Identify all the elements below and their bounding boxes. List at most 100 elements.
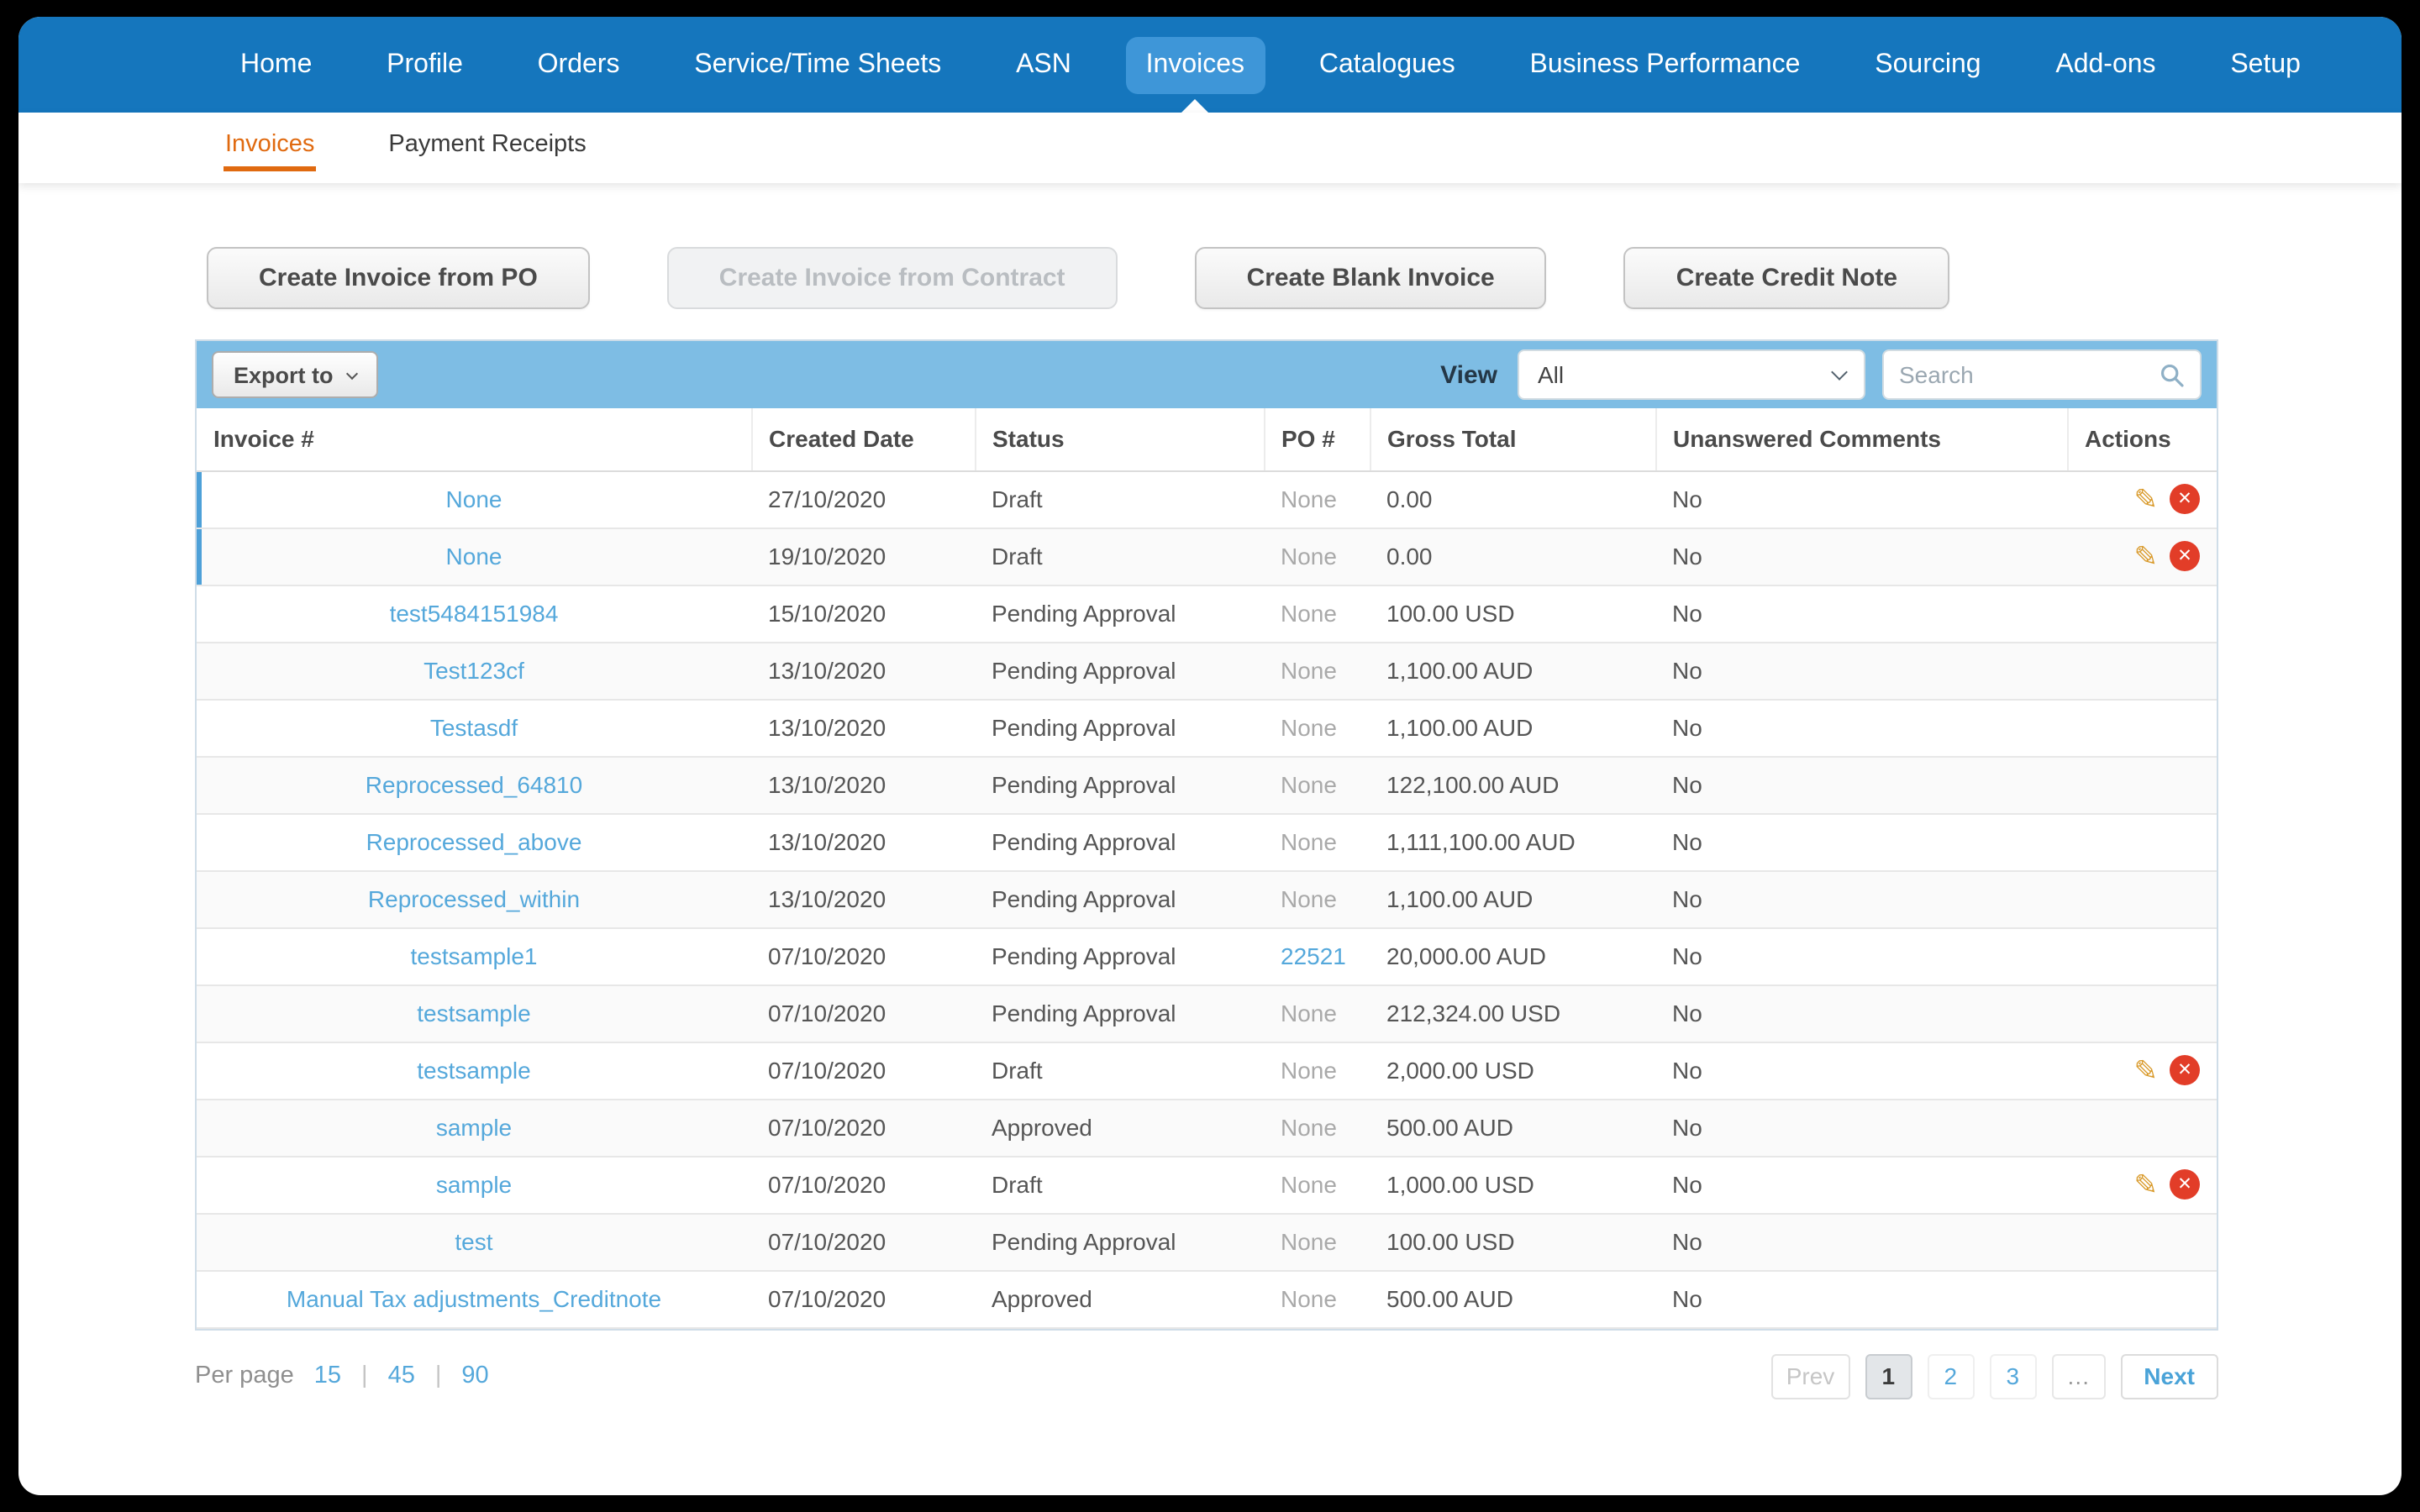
po-cell: None [1264, 470, 1370, 528]
status-cell: Draft [975, 470, 1264, 528]
export-to-button[interactable]: Export to [212, 351, 379, 398]
invoice-link[interactable]: testsample [417, 1000, 530, 1026]
create-blank-invoice-button[interactable]: Create Blank Invoice [1194, 247, 1547, 309]
per-page-option-15[interactable]: 15 [314, 1362, 341, 1389]
unanswered-comments-cell: No [1655, 1042, 2067, 1100]
view-select-value: All [1538, 361, 1565, 388]
gross-total-cell: 0.00 [1370, 528, 1655, 585]
per-page-separator: | [434, 1362, 442, 1389]
status-cell: Pending Approval [975, 813, 1264, 871]
status-cell: Pending Approval [975, 642, 1264, 700]
subnav-tab-invoices[interactable]: Invoices [224, 124, 317, 171]
view-label: View [1440, 360, 1497, 389]
create-invoice-from-contract-button[interactable]: Create Invoice from Contract [666, 247, 1118, 309]
column-header-status: Status [974, 408, 1264, 471]
invoice-cell: testsample [197, 984, 751, 1042]
unanswered-comments-cell: No [1655, 1156, 2067, 1214]
nav-item-sourcing[interactable]: Sourcing [1854, 36, 2001, 93]
pagination-3[interactable]: 3 [1989, 1353, 2037, 1399]
unanswered-comments-cell: No [1655, 585, 2067, 643]
po-cell: None [1264, 699, 1370, 757]
pagination-1[interactable]: 1 [1865, 1353, 1912, 1399]
edit-pencil-icon[interactable]: ✎ [2134, 1056, 2159, 1084]
edit-pencil-icon[interactable]: ✎ [2134, 542, 2159, 570]
per-page: Per page 15 | 45 | 90 [195, 1362, 489, 1389]
invoice-link[interactable]: None [446, 486, 502, 512]
subnav-tab-payment-receipts[interactable]: Payment Receipts [387, 124, 587, 171]
invoice-cell: Manual Tax adjustments_Creditnote [197, 1270, 751, 1328]
invoice-link[interactable]: Reprocessed_above [366, 828, 582, 855]
edit-pencil-icon[interactable]: ✎ [2134, 1170, 2159, 1199]
unanswered-comments-cell: No [1655, 870, 2067, 928]
invoice-link[interactable]: Testasdf [430, 714, 518, 741]
pagination-ellipsis[interactable]: … [2051, 1353, 2106, 1399]
status-cell: Pending Approval [975, 699, 1264, 757]
create-invoice-from-po-button[interactable]: Create Invoice from PO [207, 247, 590, 309]
invoice-row: testsample 07/10/2020 Draft None 2,000.00 US… [197, 1042, 2217, 1100]
per-page-option-45[interactable]: 45 [388, 1362, 415, 1389]
invoice-cell: Test123cf [197, 642, 751, 700]
search-icon[interactable] [2160, 362, 2185, 387]
pagination-prev[interactable]: Prev [1770, 1353, 1850, 1399]
main-navigation: Home Profile Orders Service/Time Sheets ASN I… [18, 17, 2402, 113]
sub-navigation: Invoices Payment Receipts [18, 113, 2402, 183]
nav-item-home[interactable]: Home [220, 36, 332, 93]
po-value: None [1281, 1171, 1337, 1198]
invoice-link[interactable]: Manual Tax adjustments_Creditnote [287, 1285, 661, 1312]
invoice-cell: Testasdf [197, 699, 751, 757]
pagination-2[interactable]: 2 [1927, 1353, 1975, 1399]
delete-icon[interactable]: ✕ [2170, 1169, 2200, 1200]
nav-item-invoices[interactable]: Invoices [1125, 36, 1265, 93]
gross-total-cell: 1,000.00 USD [1370, 1156, 1655, 1214]
invoice-link[interactable]: Reprocessed_within [368, 885, 580, 912]
invoice-link[interactable]: None [446, 543, 502, 570]
invoice-cell: sample [197, 1099, 751, 1157]
nav-item-catalogues[interactable]: Catalogues [1299, 36, 1476, 93]
created-date-cell: 07/10/2020 [751, 1213, 975, 1271]
invoice-cell: sample [197, 1156, 751, 1214]
invoice-link[interactable]: testsample [417, 1057, 530, 1084]
nav-item-setup[interactable]: Setup [2210, 36, 2321, 93]
column-header-created: Created Date [750, 408, 975, 471]
invoice-link[interactable]: sample [436, 1171, 512, 1198]
edit-pencil-icon[interactable]: ✎ [2134, 485, 2159, 513]
invoice-row: Test123cf 13/10/2020 Pending Approval None 1… [197, 642, 2217, 700]
invoice-link[interactable]: testsample1 [411, 942, 538, 969]
invoices-panel: Export to View All Search Invoice # Crea… [195, 339, 2218, 1330]
create-credit-note-button[interactable]: Create Credit Note [1623, 247, 1950, 309]
nav-item-orders[interactable]: Orders [518, 36, 640, 93]
delete-icon[interactable]: ✕ [2170, 1055, 2200, 1086]
per-page-options: 15 | 45 | 90 [314, 1362, 489, 1389]
status-cell: Draft [975, 528, 1264, 585]
actions-cell [2067, 642, 2217, 700]
search-input[interactable] [1899, 361, 2149, 388]
gross-total-cell: 20,000.00 AUD [1370, 927, 1655, 985]
invoice-link[interactable]: Test123cf [424, 657, 524, 684]
invoice-link[interactable]: sample [436, 1114, 512, 1141]
delete-icon[interactable]: ✕ [2170, 484, 2200, 515]
nav-item-service-time-sheets[interactable]: Service/Time Sheets [674, 36, 961, 93]
invoice-link[interactable]: Reprocessed_64810 [366, 771, 582, 798]
created-date-cell: 13/10/2020 [751, 756, 975, 814]
created-date-cell: 07/10/2020 [751, 1270, 975, 1328]
invoice-table-body: None 27/10/2020 Draft None 0.00 No ✎ ✕ None 19/10… [197, 470, 2217, 1328]
unanswered-comments-cell: No [1655, 1270, 2067, 1328]
po-cell: None [1264, 984, 1370, 1042]
po-link[interactable]: 22521 [1281, 942, 1346, 969]
nav-item-profile[interactable]: Profile [366, 36, 483, 93]
view-select[interactable]: All [1518, 349, 1865, 400]
pagination-next[interactable]: Next [2120, 1353, 2218, 1399]
nav-item-add-ons[interactable]: Add-ons [2035, 36, 2175, 93]
nav-item-business-performance[interactable]: Business Performance [1510, 36, 1821, 93]
per-page-label: Per page [195, 1362, 294, 1389]
per-page-option-90[interactable]: 90 [461, 1362, 488, 1389]
delete-icon[interactable]: ✕ [2170, 541, 2200, 572]
created-date-cell: 07/10/2020 [751, 1042, 975, 1100]
created-date-cell: 07/10/2020 [751, 984, 975, 1042]
invoice-row: test 07/10/2020 Pending Approval None 100.00… [197, 1213, 2217, 1271]
nav-item-asn[interactable]: ASN [996, 36, 1092, 93]
gross-total-cell: 100.00 USD [1370, 585, 1655, 643]
invoice-link[interactable]: test5484151984 [390, 600, 559, 627]
table-footer: Per page 15 | 45 | 90 Prev 1 2 3 … Next [195, 1353, 2218, 1399]
invoice-link[interactable]: test [455, 1228, 492, 1255]
